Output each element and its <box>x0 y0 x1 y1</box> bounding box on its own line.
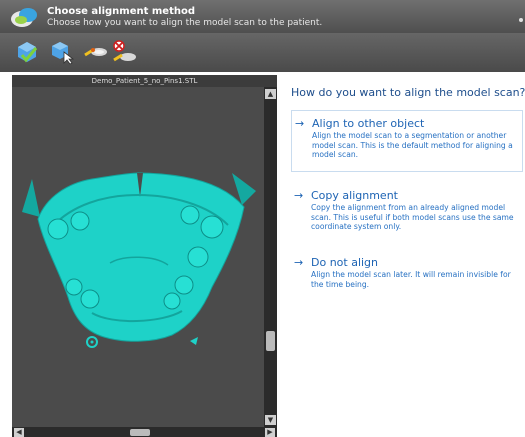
align-tool-icon[interactable] <box>83 39 109 65</box>
vertical-scroll-thumb[interactable] <box>266 331 275 351</box>
page-title: Choose alignment method <box>47 6 196 17</box>
option-do-not-align[interactable]: → Do not align Align the model scan late… <box>291 250 521 300</box>
window-dot-icon <box>519 18 523 22</box>
option-description: Copy the alignment from an already align… <box>311 203 514 231</box>
scroll-down-icon[interactable]: ▼ <box>265 415 276 425</box>
option-title[interactable]: Align to other object <box>312 117 424 130</box>
app-logo-icon <box>11 8 37 27</box>
horizontal-scroll-thumb[interactable] <box>130 429 150 436</box>
dental-model-scan[interactable] <box>12 87 264 427</box>
remove-alignment-icon[interactable] <box>111 39 137 65</box>
scroll-left-icon[interactable]: ◀ <box>14 428 24 437</box>
scroll-right-icon[interactable]: ▶ <box>265 428 275 437</box>
panel-question: How do you want to align the model scan? <box>291 86 525 99</box>
option-title[interactable]: Do not align <box>311 256 378 269</box>
header-bar: Choose alignment method Choose how you w… <box>0 0 525 33</box>
option-description: Align the model scan later. It will rema… <box>311 270 511 289</box>
page-subtitle: Choose how you want to align the model s… <box>47 18 323 28</box>
scroll-up-icon[interactable]: ▲ <box>265 89 276 99</box>
option-copy-alignment[interactable]: → Copy alignment Copy the alignment from… <box>291 183 521 233</box>
model-scan-select-icon[interactable] <box>49 39 75 65</box>
viewport-title: Demo_Patient_5_no_Pins1.STL <box>12 75 277 87</box>
arrow-right-icon: → <box>294 256 304 269</box>
vertical-scrollbar[interactable]: ▲ ▼ <box>264 87 277 427</box>
model-viewport[interactable]: Demo_Patient_5_no_Pins1.STL ▲ ▼ ◀ ▶ <box>12 75 277 437</box>
arrow-right-icon: → <box>295 117 305 130</box>
arrow-right-icon: → <box>294 189 304 202</box>
horizontal-scrollbar[interactable]: ◀ ▶ <box>12 427 277 437</box>
option-title[interactable]: Copy alignment <box>311 189 398 202</box>
option-description: Align the model scan to a segmentation o… <box>312 131 513 159</box>
toolbar <box>0 33 525 72</box>
option-align-to-other-object[interactable]: → Align to other object Align the model … <box>291 110 523 172</box>
model-scan-check-icon[interactable] <box>14 39 40 65</box>
